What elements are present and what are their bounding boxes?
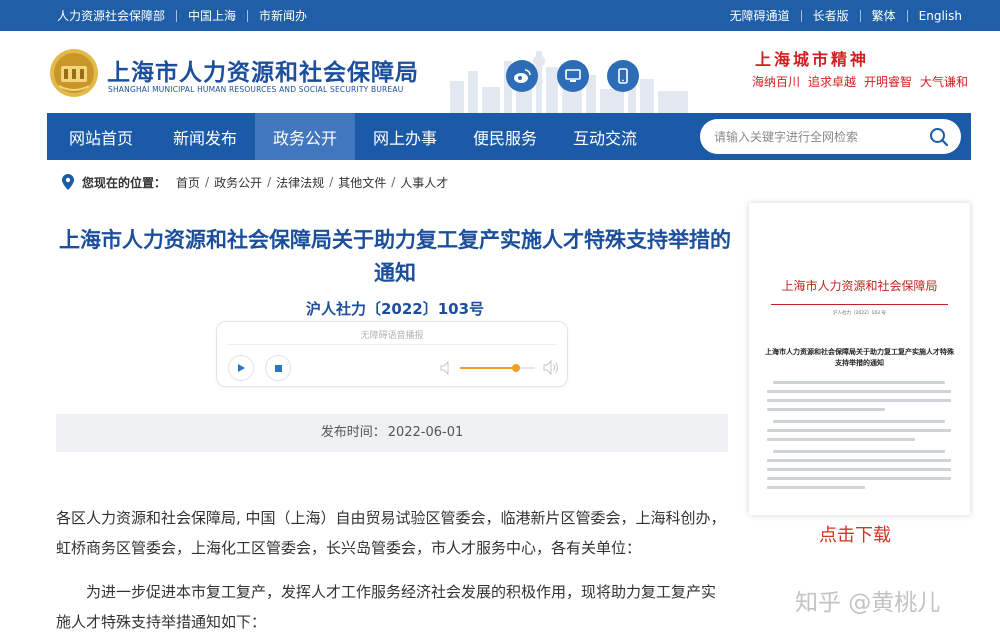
topbar-divider [906,9,908,22]
breadcrumb-label: 您现在的位置： [82,175,167,190]
article-title: 上海市人力资源和社会保障局关于助力复工复产实施人才特殊支持举措的通知 [59,228,731,285]
topbar-divider [247,9,249,22]
breadcrumb-item[interactable]: 其他文件 [338,174,386,191]
link-elder-version[interactable]: 长者版 [813,7,849,24]
preview-text-line [767,459,951,462]
article-body: 各区人力资源和社会保障局, 中国（上海）自由贸易试验区管委会，临港新片区管委会，… [56,503,728,643]
link-china-shanghai[interactable]: 中国上海 [188,7,236,24]
nav-item-interaction[interactable]: 互动交流 [555,113,655,160]
preview-text-line [767,486,865,489]
preview-text-line [767,477,951,480]
top-utility-bar: 人力资源社会保障部 中国上海 市新闻办 无障碍通道 长者版 繁体 English [0,0,1000,31]
topbar-right-links: 无障碍通道 长者版 繁体 English [730,0,962,31]
search-icon[interactable] [929,127,949,147]
preview-text-line [767,438,915,441]
preview-title: 上海市人力资源和社会保障局关于助力复工复产实施人才特殊支持举措的通知 [765,348,954,367]
city-spirit-title: 上海城市精神 [755,50,870,69]
spirit-word: 海纳百川 [752,75,801,89]
weibo-icon[interactable] [506,60,538,92]
site-header: 上海市人力资源和社会保障局 SHANGHAI MUNICIPAL HUMAN R… [0,31,1000,113]
search-input[interactable] [714,119,919,154]
site-title[interactable]: 上海市人力资源和社会保障局 [107,53,419,87]
main-nav: 网站首页 新闻发布 政务公开 网上办事 便民服务 互动交流 [47,113,971,160]
play-button[interactable] [228,355,254,381]
preview-text-line [773,381,945,384]
watermark: 知乎 @黄桃儿 [795,590,941,616]
site-search [700,119,961,154]
article-paragraph: 为进一步促进本市复工复产，发挥人才工作服务经济社会发展的积极作用，现将助力复工复… [56,583,717,631]
link-news-office[interactable]: 市新闻办 [259,7,307,24]
volume-slider-handle[interactable] [512,364,521,372]
city-spirit-words: 海纳百川 追求卓越 开明睿智 大气谦和 [752,73,976,90]
breadcrumb: 您现在的位置： 首页 / 政务公开 / 法律法规 / 其他文件 / 人事人才 [62,173,448,191]
spirit-word: 追求卓越 [808,75,857,89]
audio-player-title: 无障碍语音播报 [360,331,424,341]
preview-text-line [767,390,951,393]
location-pin-icon [62,174,74,190]
breadcrumb-separator: / [267,175,272,189]
preview-text-line [767,408,885,411]
nav-item-online-services[interactable]: 网上办事 [355,113,455,160]
preview-text-line [767,399,951,402]
document-preview[interactable]: 上海市人力资源和社会保障局 沪人社力〔2022〕103 号 上海市人力资源和社会… [749,203,970,515]
preview-red-rule [771,304,948,305]
link-traditional-chinese[interactable]: 繁体 [872,7,896,24]
breadcrumb-item[interactable]: 首页 [176,174,200,191]
divider [227,344,557,345]
article-paragraph: 各区人力资源和社会保障局, 中国（上海）自由贸易试验区管委会，临港新片区管委会，… [56,509,726,557]
topbar-divider [859,9,861,22]
nav-item-news[interactable]: 新闻发布 [155,113,255,160]
bureau-emblem-icon[interactable] [49,48,99,98]
breadcrumb-separator: / [205,175,210,189]
preview-text-line [767,468,951,471]
stop-button[interactable] [265,355,291,381]
volume-slider[interactable] [460,364,535,372]
nav-item-home[interactable]: 网站首页 [47,113,155,160]
publish-info-bar: 发布时间： 2022-06-01 [56,414,728,452]
spirit-word: 大气谦和 [920,75,969,89]
document-number: 沪人社力〔2022〕103号 [305,300,485,318]
publish-date: 2022-06-01 [387,425,464,440]
link-mohrss[interactable]: 人力资源社会保障部 [57,7,165,24]
download-link[interactable]: 点击下载 [819,521,891,547]
preview-text-line [773,450,945,453]
preview-doc-number: 沪人社力〔2022〕103 号 [833,311,886,316]
publish-label: 发布时间： [320,425,386,440]
breadcrumb-separator: / [329,175,334,189]
audio-player: 无障碍语音播报 [216,321,568,387]
spirit-word: 开明睿智 [864,75,913,89]
topbar-left-links: 人力资源社会保障部 中国上海 市新闻办 [57,0,307,31]
link-english[interactable]: English [919,9,962,23]
preview-text-line [773,420,945,423]
preview-header: 上海市人力资源和社会保障局 [781,279,938,293]
volume-high-icon[interactable] [543,360,559,375]
breadcrumb-item[interactable]: 政务公开 [214,174,262,191]
topbar-divider [176,9,178,22]
volume-slider-fill [460,367,517,369]
nav-item-public-services[interactable]: 便民服务 [455,113,555,160]
preview-text-line [767,429,951,432]
breadcrumb-item[interactable]: 人事人才 [400,174,448,191]
breadcrumb-item[interactable]: 法律法规 [276,174,324,191]
site-subtitle: SHANGHAI MUNICIPAL HUMAN RESOURCES AND S… [108,85,404,94]
link-accessibility[interactable]: 无障碍通道 [730,7,790,24]
play-icon [238,364,245,372]
topbar-divider [800,9,802,22]
breadcrumb-separator: / [391,175,396,189]
computer-icon[interactable] [557,60,589,92]
mobile-icon[interactable] [607,60,639,92]
nav-item-gov-affairs[interactable]: 政务公开 [255,113,355,160]
stop-icon [274,364,282,372]
volume-low-icon[interactable] [440,361,452,375]
